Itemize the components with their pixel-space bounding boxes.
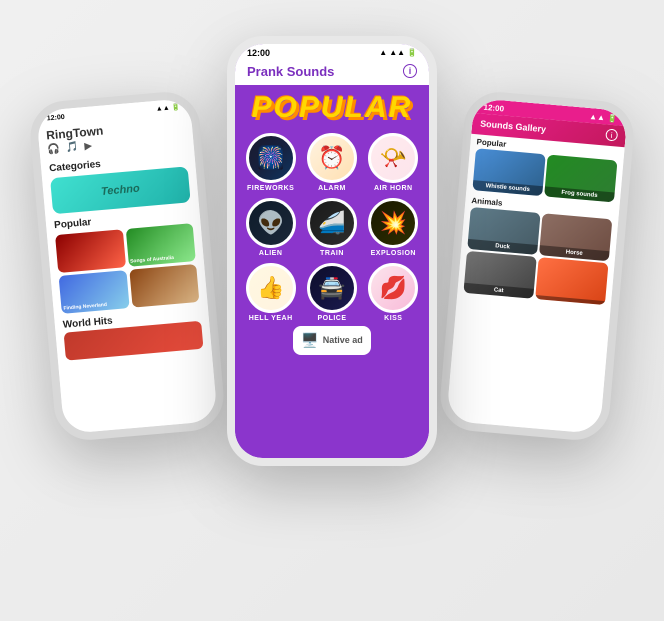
- phone-right: 12:00 ▲▲ 🔋 Sounds Gallery i Popular Whis…: [438, 89, 637, 443]
- train-label: TRAIN: [320, 250, 344, 257]
- music-icon: 🎵: [65, 141, 78, 153]
- explosion-circle: 💥: [368, 198, 418, 248]
- popular-banner: POPULAR: [252, 91, 413, 125]
- right-animals-section: Animals Duck Horse Cat: [457, 192, 619, 308]
- ad-banner: 🖥️ Native ad: [293, 326, 370, 355]
- train-circle: 🚄: [307, 198, 357, 248]
- sound-explosion[interactable]: 💥 EXPLOSION: [366, 198, 421, 257]
- duck-thumb[interactable]: Duck: [467, 207, 540, 255]
- kiss-label: KISS: [384, 315, 402, 322]
- alarm-label: ALARM: [318, 185, 346, 192]
- popular-thumb-4[interactable]: [129, 263, 200, 307]
- thumb-text-3: Finding Neverland: [63, 301, 107, 311]
- center-signal: ▲ ▲▲ 🔋: [379, 48, 417, 57]
- sound-train[interactable]: 🚄 TRAIN: [304, 198, 359, 257]
- extra-label: [535, 294, 605, 304]
- police-circle: 🚔: [307, 263, 357, 313]
- frog-thumb[interactable]: Frog sounds: [544, 154, 617, 202]
- kiss-circle: 💋: [368, 263, 418, 313]
- thumb-text-2: Songs of Australia: [130, 254, 174, 264]
- alarm-circle: ⏰: [307, 133, 357, 183]
- right-info-icon[interactable]: i: [605, 128, 618, 141]
- right-animals-grid: Duck Horse Cat: [463, 207, 612, 305]
- popular-thumb-2[interactable]: Songs of Australia: [125, 223, 196, 267]
- sound-alarm[interactable]: ⏰ ALARM: [304, 133, 359, 192]
- horse-thumb[interactable]: Horse: [539, 213, 612, 261]
- left-signal: ▲▲ 🔋: [156, 102, 181, 112]
- extra-thumb[interactable]: [535, 257, 608, 305]
- wifi-icon: ▲: [379, 48, 387, 57]
- play-icon: ▶: [84, 140, 93, 152]
- cat-label: Cat: [463, 282, 534, 298]
- battery-icon: 🔋: [407, 48, 417, 57]
- alien-circle: 👽: [246, 198, 296, 248]
- right-header-title: Sounds Gallery: [480, 118, 547, 134]
- alien-label: ALIEN: [259, 250, 283, 257]
- center-topbar: Prank Sounds i: [235, 61, 429, 85]
- right-time: 12:00: [483, 102, 504, 113]
- left-popular-grid: Songs of Australia Finding Neverland: [47, 220, 208, 316]
- sound-police[interactable]: 🚔 POLICE: [304, 263, 359, 322]
- sound-airhorn[interactable]: 📯 AIR HORN: [366, 133, 421, 192]
- left-screen: 12:00 ▲▲ 🔋 RingTown 🎧 🎵 ▶ Categories Tec…: [36, 97, 218, 433]
- popular-thumb-1[interactable]: [55, 229, 126, 273]
- center-content: POPULAR 🎆 FIREWORKS ⏰ ALARM 📯 AIR HORN: [235, 85, 429, 458]
- left-time: 12:00: [47, 113, 65, 122]
- popular-thumb-3[interactable]: Finding Neverland: [59, 270, 130, 314]
- phone-center: 12:00 ▲ ▲▲ 🔋 Prank Sounds i POPULAR 🎆 FI…: [227, 36, 437, 466]
- phones-container: 12:00 ▲▲ 🔋 RingTown 🎧 🎵 ▶ Categories Tec…: [22, 16, 642, 606]
- sound-hellyeah[interactable]: 👍 HELL YEAH: [243, 263, 298, 322]
- right-screen: 12:00 ▲▲ 🔋 Sounds Gallery i Popular Whis…: [446, 97, 628, 433]
- center-screen: 12:00 ▲ ▲▲ 🔋 Prank Sounds i POPULAR 🎆 FI…: [235, 44, 429, 458]
- whistle-thumb[interactable]: Whistle sounds: [472, 148, 545, 196]
- signal-icon: ▲▲: [389, 48, 405, 57]
- explosion-label: EXPLOSION: [371, 250, 416, 257]
- sounds-grid: 🎆 FIREWORKS ⏰ ALARM 📯 AIR HORN 👽 ALI: [243, 133, 421, 322]
- sound-kiss[interactable]: 💋 KISS: [366, 263, 421, 322]
- sound-fireworks[interactable]: 🎆 FIREWORKS: [243, 133, 298, 192]
- center-status-bar: 12:00 ▲ ▲▲ 🔋: [235, 44, 429, 61]
- cat-thumb[interactable]: Cat: [463, 250, 536, 298]
- headphones-icon: 🎧: [47, 143, 60, 155]
- sound-alien[interactable]: 👽 ALIEN: [243, 198, 298, 257]
- center-time: 12:00: [247, 48, 270, 58]
- airhorn-label: AIR HORN: [374, 185, 413, 192]
- hellyeah-circle: 👍: [246, 263, 296, 313]
- info-icon[interactable]: i: [403, 64, 417, 78]
- fireworks-circle: 🎆: [246, 133, 296, 183]
- techno-label: Techno: [101, 182, 141, 197]
- phone-left: 12:00 ▲▲ 🔋 RingTown 🎧 🎵 ▶ Categories Tec…: [28, 89, 227, 443]
- center-title: Prank Sounds: [247, 64, 334, 79]
- ad-text: Native ad: [323, 335, 363, 345]
- fireworks-label: FIREWORKS: [247, 185, 294, 192]
- police-label: POLICE: [317, 315, 346, 322]
- hellyeah-label: HELL YEAH: [249, 315, 293, 322]
- airhorn-circle: 📯: [368, 133, 418, 183]
- right-signal: ▲▲ 🔋: [589, 111, 618, 122]
- ad-icon: 🖥️: [301, 332, 318, 349]
